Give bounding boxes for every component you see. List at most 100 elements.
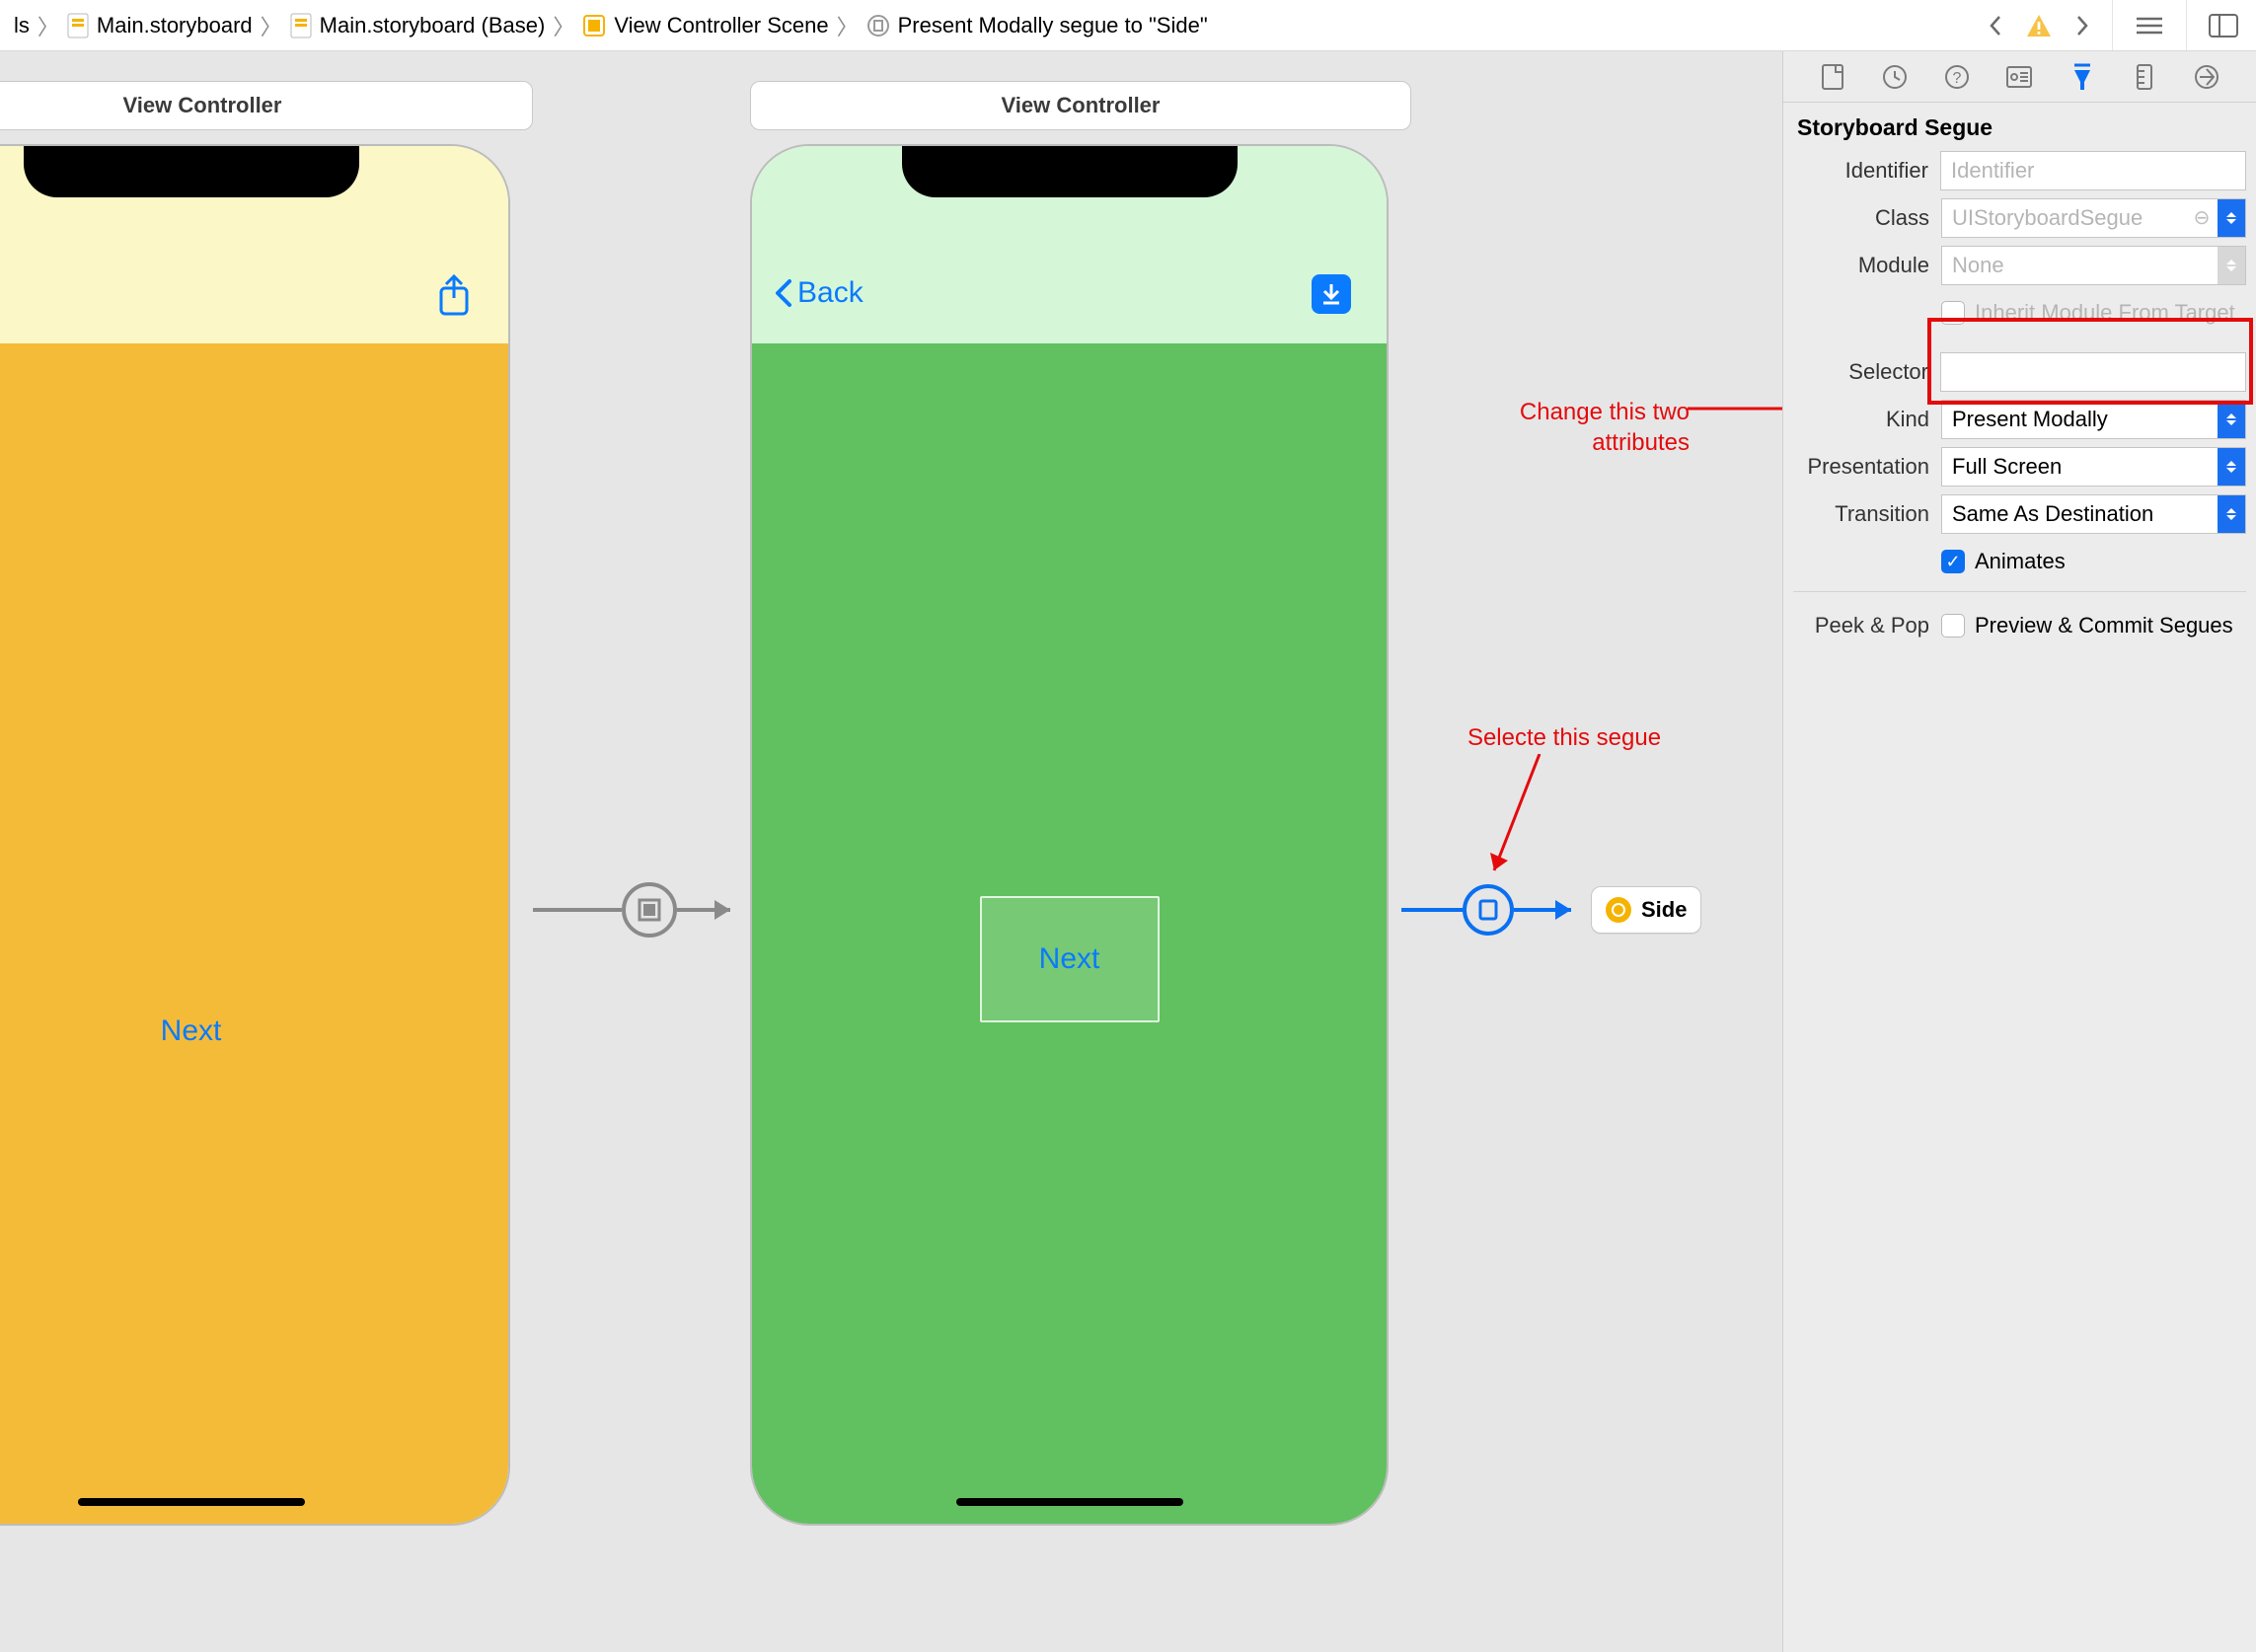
annotation-highlight: [1927, 318, 2253, 405]
inspector-panel: ? Storyboard Segue Identifier Class UISt…: [1782, 51, 2256, 1652]
view-body: Next: [0, 343, 508, 1524]
label: Class: [1793, 205, 1941, 231]
segue-connector-1[interactable]: [533, 880, 750, 939]
crumb-project[interactable]: ls: [8, 0, 36, 50]
crumb-storyboard-base[interactable]: Main.storyboard (Base): [284, 0, 552, 50]
label: Module: [1793, 253, 1941, 278]
home-indicator: [956, 1498, 1183, 1506]
annotation-arrow-2: [1480, 754, 1559, 892]
warning-icon[interactable]: [2025, 13, 2053, 38]
download-icon[interactable]: [1312, 274, 1351, 314]
scene-title[interactable]: View Controller: [0, 81, 533, 130]
checkbox-label: Preview & Commit Segues: [1975, 613, 2233, 638]
toolbar: ls 〉 Main.storyboard 〉 Main.storyboard (…: [0, 0, 2256, 51]
size-inspector-tab[interactable]: [2129, 61, 2160, 93]
module-select[interactable]: None: [1941, 246, 2246, 285]
divider: [1793, 591, 2246, 592]
viewcontroller-icon: [1606, 897, 1631, 923]
label: Selector: [1793, 359, 1940, 385]
chevron-left-icon: [774, 277, 793, 309]
identity-inspector-tab[interactable]: [2003, 61, 2035, 93]
next-button[interactable]: Next: [1039, 942, 1100, 976]
back-arrow-icon[interactable]: [1988, 14, 2003, 38]
history-inspector-tab[interactable]: [1879, 61, 1911, 93]
stepper-arrow-icon[interactable]: [2218, 401, 2245, 438]
presentation-select[interactable]: Full Screen: [1941, 447, 2246, 487]
storyboard-file-icon: [67, 13, 89, 38]
label: Transition: [1793, 501, 1941, 527]
stepper-arrow-icon[interactable]: [2218, 199, 2245, 237]
crumb-scene[interactable]: View Controller Scene: [576, 0, 834, 50]
notch: [24, 146, 359, 197]
crumb-segue[interactable]: Present Modally segue to "Side": [861, 0, 1214, 50]
outline-icon[interactable]: [2135, 15, 2164, 37]
annotation-arrow-1: [1688, 394, 1782, 423]
select-value: Same As Destination: [1952, 501, 2153, 527]
share-icon[interactable]: [435, 274, 473, 324]
label: Kind: [1793, 407, 1941, 432]
stepper-arrow-icon[interactable]: [2218, 495, 2245, 533]
annotation-attributes: Change this two attributes: [1492, 397, 1690, 458]
home-indicator: [78, 1498, 305, 1506]
svg-text:?: ?: [1953, 70, 1962, 87]
crumb-label: Main.storyboard: [97, 13, 253, 38]
container-view[interactable]: Next: [980, 896, 1160, 1022]
row-transition: Transition Same As Destination: [1793, 494, 2246, 534]
crumb-storyboard[interactable]: Main.storyboard: [61, 0, 259, 50]
chevron-right-icon: 〉: [36, 10, 61, 41]
chevron-right-icon: 〉: [551, 10, 576, 41]
crumb-label: View Controller Scene: [614, 13, 828, 38]
side-label: Side: [1641, 897, 1687, 923]
row-identifier: Identifier: [1793, 151, 2246, 190]
next-button[interactable]: Next: [161, 1014, 222, 1048]
phone-frame: Next: [0, 144, 510, 1526]
divider: [2186, 0, 2187, 50]
select-value: Present Modally: [1952, 407, 2108, 432]
identifier-field[interactable]: [1940, 151, 2246, 190]
label: Peek & Pop: [1793, 613, 1941, 638]
phone-frame: Back Next: [750, 144, 1389, 1526]
stepper-arrow-icon[interactable]: [2218, 448, 2245, 486]
crumb-label: Present Modally segue to "Side": [898, 13, 1208, 38]
main: View Controller Next: [0, 51, 2256, 1652]
canvas[interactable]: View Controller Next: [0, 51, 1782, 1652]
clear-icon[interactable]: ⊖: [2192, 208, 2212, 228]
scene-title[interactable]: View Controller: [750, 81, 1411, 130]
back-button[interactable]: Back: [774, 276, 864, 310]
peek-checkbox[interactable]: [1941, 614, 1965, 638]
label: Presentation: [1793, 454, 1941, 480]
inspector-tabs: ?: [1783, 51, 2256, 103]
row-animates: ✓ Animates: [1793, 542, 2246, 581]
animates-checkbox[interactable]: ✓: [1941, 550, 1965, 573]
toolbar-right: [1970, 0, 2256, 50]
select-value: None: [1952, 253, 2004, 278]
segue-icon: [866, 14, 890, 38]
kind-select[interactable]: Present Modally: [1941, 400, 2246, 439]
row-presentation: Presentation Full Screen: [1793, 447, 2246, 487]
back-label: Back: [797, 276, 864, 310]
connections-inspector-tab[interactable]: [2191, 61, 2222, 93]
row-class: Class UIStoryboardSegue ⊖: [1793, 198, 2246, 238]
crumb-label: ls: [14, 13, 30, 38]
help-inspector-tab[interactable]: ?: [1941, 61, 1973, 93]
select-value: UIStoryboardSegue: [1952, 205, 2143, 231]
attributes-inspector-tab[interactable]: [2067, 61, 2098, 93]
adjust-editor-icon[interactable]: [2209, 14, 2238, 38]
stepper-arrow-icon[interactable]: [2218, 247, 2245, 284]
notch: [902, 146, 1238, 197]
side-scene-chip[interactable]: Side: [1591, 886, 1701, 934]
row-peek-pop: Peek & Pop Preview & Commit Segues: [1793, 606, 2246, 645]
chevron-right-icon: 〉: [835, 10, 861, 41]
chevron-right-icon: 〉: [259, 10, 284, 41]
view-body: Next: [752, 343, 1387, 1524]
scene-icon: [582, 14, 606, 38]
file-inspector-tab[interactable]: [1817, 61, 1848, 93]
transition-select[interactable]: Same As Destination: [1941, 494, 2246, 534]
scene-2[interactable]: View Controller Back Next: [750, 81, 1411, 1526]
forward-arrow-icon[interactable]: [2074, 14, 2090, 38]
breadcrumbs: ls 〉 Main.storyboard 〉 Main.storyboard (…: [0, 0, 1970, 50]
checkbox-label: Animates: [1975, 549, 2066, 574]
scene-1[interactable]: View Controller Next: [0, 81, 533, 1526]
class-select[interactable]: UIStoryboardSegue ⊖: [1941, 198, 2246, 238]
row-module: Module None: [1793, 246, 2246, 285]
